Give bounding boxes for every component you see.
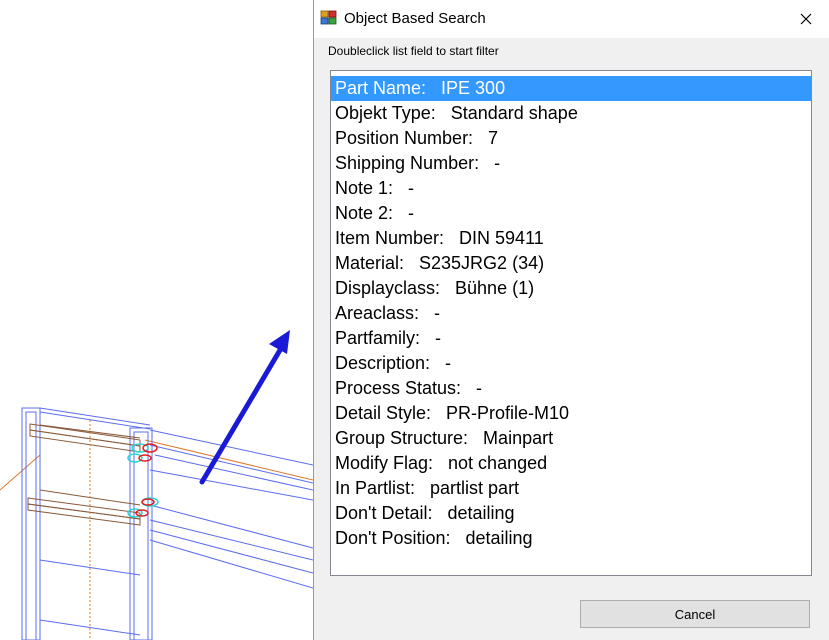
filter-hint: Doubleclick list field to start filter <box>328 44 499 58</box>
list-item[interactable]: Note 1: - <box>331 176 811 201</box>
list-item[interactable]: Material: S235JRG2 (34) <box>331 251 811 276</box>
title-bar[interactable]: Object Based Search <box>314 0 829 38</box>
list-item[interactable]: Objekt Type: Standard shape <box>331 101 811 126</box>
list-item[interactable]: Displayclass: Bühne (1) <box>331 276 811 301</box>
cad-wireframe-model <box>0 330 313 640</box>
property-listbox[interactable]: Part Name: IPE 300 Objekt Type: Standard … <box>330 70 812 576</box>
list-item[interactable]: Group Structure: Mainpart <box>331 426 811 451</box>
list-item[interactable]: Process Status: - <box>331 376 811 401</box>
object-based-search-dialog: Object Based Search Doubleclick list fie… <box>313 0 829 640</box>
list-item[interactable]: Position Number: 7 <box>331 126 811 151</box>
list-item[interactable]: Shipping Number: - <box>331 151 811 176</box>
list-item[interactable]: Note 2: - <box>331 201 811 226</box>
list-item[interactable]: Areaclass: - <box>331 301 811 326</box>
close-button[interactable] <box>783 0 829 38</box>
list-item[interactable]: In Partlist: partlist part <box>331 476 811 501</box>
cancel-button[interactable]: Cancel <box>580 600 810 628</box>
app-icon <box>320 10 337 25</box>
list-item[interactable]: Detail Style: PR-Profile-M10 <box>331 401 811 426</box>
dialog-title: Object Based Search <box>344 10 486 27</box>
list-item[interactable]: Don't Position: detailing <box>331 526 811 551</box>
pointer-arrow <box>199 330 290 485</box>
close-icon <box>800 13 812 25</box>
list-item[interactable]: Modify Flag: not changed <box>331 451 811 476</box>
cad-viewport[interactable] <box>0 0 313 640</box>
list-item[interactable]: Don't Detail: detailing <box>331 501 811 526</box>
list-item[interactable]: Description: - <box>331 351 811 376</box>
list-item[interactable]: Partfamily: - <box>331 326 811 351</box>
list-item[interactable]: Part Name: IPE 300 <box>331 76 811 101</box>
list-item[interactable]: Item Number: DIN 59411 <box>331 226 811 251</box>
